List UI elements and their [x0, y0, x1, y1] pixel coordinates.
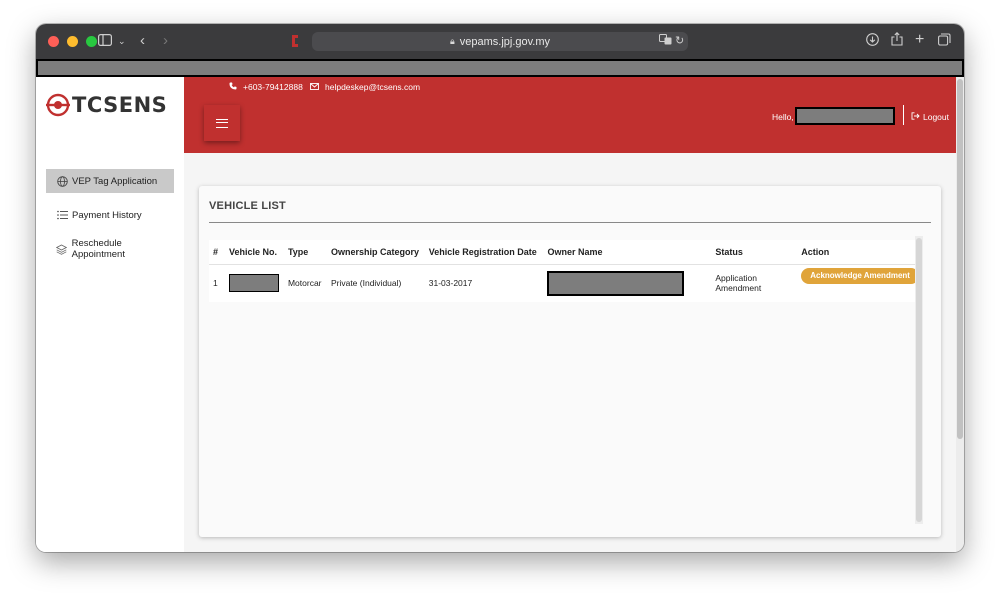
- tabs-icon[interactable]: [938, 33, 951, 50]
- cell-registration-date: 31-03-2017: [424, 264, 544, 302]
- contact-phone-text: +603-79412888: [243, 82, 303, 92]
- page-header: +603-79412888 helpdeskep@tcsens.com Hell…: [184, 77, 956, 153]
- reload-icon[interactable]: ↻: [675, 33, 684, 49]
- page-content: TCSENS VEP Tag Application Payment Histo…: [36, 77, 956, 552]
- menu-toggle-button[interactable]: [204, 105, 240, 141]
- globe-icon: [56, 175, 68, 187]
- contact-email-text: helpdeskep@tcsens.com: [325, 82, 421, 92]
- sign-out-icon: [911, 112, 920, 122]
- list-icon: [56, 209, 68, 221]
- header-divider: [903, 105, 904, 125]
- brand-logo[interactable]: TCSENS: [46, 93, 167, 117]
- card-title: VEHICLE LIST: [209, 200, 286, 212]
- redacted-vehicle-no: [228, 274, 279, 293]
- sidebar-icon[interactable]: [98, 34, 113, 50]
- window-controls: [48, 36, 97, 47]
- layers-icon: [56, 243, 68, 255]
- column-header-status[interactable]: Status: [711, 240, 798, 265]
- redacted-owner-name: [547, 270, 685, 296]
- translate-icon[interactable]: [659, 34, 672, 51]
- card-divider: [209, 222, 931, 223]
- logo-mark-icon: [46, 93, 70, 117]
- address-url: vepams.jpj.gov.my: [459, 35, 551, 48]
- column-header-action[interactable]: Action: [797, 240, 923, 265]
- acknowledge-amendment-button[interactable]: Acknowledge Amendment: [801, 268, 919, 285]
- redacted-favorites-bar: [36, 59, 964, 77]
- new-tab-icon[interactable]: +: [915, 32, 924, 48]
- column-header-owner-name[interactable]: Owner Name: [543, 240, 712, 265]
- table-row: 1 Motorcar Private (Individual) 31-03-20…: [209, 264, 923, 302]
- forward-icon[interactable]: ›: [163, 33, 168, 49]
- sidebar: TCSENS VEP Tag Application Payment Histo…: [36, 77, 184, 552]
- vehicle-table-container[interactable]: # Vehicle No. Type Ownership Category Ve…: [209, 240, 923, 524]
- sidebar-item-label: VEP Tag Application: [72, 175, 158, 187]
- page-scrollbar-thumb[interactable]: [957, 79, 963, 439]
- table-header-row: # Vehicle No. Type Ownership Category Ve…: [209, 240, 923, 265]
- phone-icon: [229, 82, 237, 92]
- cell-status: Application Amendment: [711, 264, 798, 302]
- download-icon[interactable]: [866, 33, 879, 50]
- zoom-window-button[interactable]: [86, 36, 97, 47]
- contact-email[interactable]: helpdeskep@tcsens.com: [310, 82, 420, 92]
- sidebar-item-reschedule-appointment[interactable]: Reschedule Appointment: [46, 237, 174, 261]
- column-header-registration-date[interactable]: Vehicle Registration Date: [424, 240, 544, 265]
- browser-toolbar: ⌄ ‹ › 🔒︎ vepams.jpj.gov.my ↻ +: [36, 24, 964, 59]
- column-header-vehicle-no[interactable]: Vehicle No.: [224, 240, 284, 265]
- cell-index: 1: [209, 264, 225, 302]
- contact-phone: +603-79412888: [229, 82, 303, 92]
- sidebar-item-label: Reschedule Appointment: [71, 238, 125, 260]
- back-icon[interactable]: ‹: [140, 33, 145, 49]
- vehicle-table: # Vehicle No. Type Ownership Category Ve…: [209, 240, 923, 302]
- envelope-icon: [310, 82, 319, 92]
- browser-window: ⌄ ‹ › 🔒︎ vepams.jpj.gov.my ↻ + TCSENS VE…: [36, 24, 964, 552]
- address-bar[interactable]: 🔒︎ vepams.jpj.gov.my: [312, 32, 688, 51]
- site-favicon-icon: [292, 35, 298, 47]
- redacted-username: [795, 107, 895, 125]
- cell-vehicle-no: [224, 264, 284, 302]
- chevron-down-icon[interactable]: ⌄: [118, 33, 126, 49]
- hamburger-icon: [216, 118, 228, 128]
- column-header-ownership-category[interactable]: Ownership Category: [326, 240, 425, 265]
- cell-action: Acknowledge Amendment: [797, 264, 923, 302]
- logout-label: Logout: [923, 112, 949, 122]
- cell-owner-name: [543, 264, 712, 302]
- column-header-index[interactable]: #: [209, 240, 225, 265]
- sidebar-item-vep-tag-application[interactable]: VEP Tag Application: [46, 169, 174, 193]
- vehicle-list-card: VEHICLE LIST # Vehicle No. Type Ownershi…: [199, 186, 941, 537]
- table-scrollbar[interactable]: [915, 236, 923, 524]
- status-line-1: Application: [715, 273, 757, 284]
- brand-name: TCSENS: [72, 93, 168, 117]
- cell-ownership: Private (Individual): [326, 264, 425, 302]
- share-icon[interactable]: [891, 32, 903, 50]
- close-window-button[interactable]: [48, 36, 59, 47]
- sidebar-item-payment-history[interactable]: Payment History: [46, 203, 174, 227]
- page-scrollbar[interactable]: [956, 77, 964, 552]
- cell-type: Motorcar: [283, 264, 327, 302]
- logout-link[interactable]: Logout: [911, 112, 949, 122]
- table-scrollbar-thumb[interactable]: [916, 238, 922, 522]
- lock-icon: 🔒︎: [449, 36, 455, 46]
- column-header-type[interactable]: Type: [283, 240, 327, 265]
- status-line-2: Amendment: [715, 283, 762, 294]
- sidebar-item-label: Payment History: [72, 209, 142, 221]
- minimize-window-button[interactable]: [67, 36, 78, 47]
- greeting-text: Hello,: [772, 112, 794, 122]
